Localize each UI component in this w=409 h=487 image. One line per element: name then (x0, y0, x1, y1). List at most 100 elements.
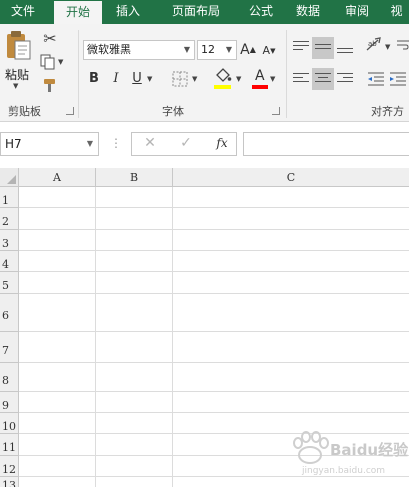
row-header[interactable]: 7 (0, 332, 19, 363)
align-middle-button[interactable] (312, 37, 334, 59)
formula-bar: H7 ▼ ⋮ ✕ ✓ fx (0, 122, 409, 168)
row-header[interactable]: 5 (0, 272, 19, 294)
chevron-down-icon: ▼ (183, 45, 190, 54)
borders-button[interactable]: ▼ (172, 71, 200, 89)
font-color-button[interactable]: A ▼ (252, 68, 278, 92)
orientation-button[interactable]: ab ▼ (365, 37, 393, 59)
chevron-down-icon: ▼ (225, 45, 232, 54)
borders-icon (172, 71, 188, 87)
font-name-select[interactable]: 微软雅黑 ▼ (83, 40, 195, 60)
wrap-text-button[interactable] (396, 37, 409, 59)
tab-data[interactable]: 数据 (286, 0, 330, 24)
row-header[interactable]: 13 (0, 477, 19, 487)
chevron-down-icon: ▼ (192, 75, 198, 83)
select-all-button[interactable] (0, 168, 19, 187)
group-divider (78, 30, 79, 118)
group-divider (286, 30, 287, 118)
column-gridline (95, 187, 96, 487)
paste-icon (7, 31, 31, 60)
chevron-down-icon: ▼ (58, 58, 64, 66)
increase-indent-icon (390, 72, 406, 86)
insert-function-icon[interactable]: fx (212, 136, 232, 150)
row-gridline (19, 250, 409, 251)
shrink-font-button[interactable]: A▼ (261, 40, 277, 62)
row-header[interactable]: 4 (0, 251, 19, 272)
formula-input[interactable] (243, 132, 409, 156)
decrease-indent-icon (368, 72, 384, 86)
grow-font-icon: ▲ (249, 45, 256, 54)
font-size-select[interactable]: 12 ▼ (197, 40, 237, 60)
fill-color-swatch (214, 85, 231, 89)
column-header-c[interactable]: C (173, 168, 409, 187)
baidu-jingyan-watermark: Baidu经验 jingyan.baidu.com (288, 431, 409, 481)
fill-color-button[interactable]: ▼ (214, 68, 244, 92)
chevron-down-icon: ▼ (236, 75, 242, 83)
align-center-button[interactable] (312, 68, 334, 90)
tab-formulas[interactable]: 公式 (236, 0, 286, 24)
font-launcher-icon[interactable] (272, 107, 280, 115)
tab-view[interactable]: 视 (384, 0, 409, 24)
row-gridline (19, 331, 409, 332)
name-box[interactable]: H7 ▼ (0, 132, 99, 156)
shrink-font-label: A (262, 44, 271, 57)
tab-insert[interactable]: 插入 (104, 0, 152, 24)
align-bottom-button[interactable] (335, 37, 355, 59)
italic-button[interactable]: I (106, 68, 126, 90)
row-header[interactable]: 1 (0, 187, 19, 208)
row-gridline (19, 207, 409, 208)
row-gridline (19, 391, 409, 392)
chevron-down-icon[interactable]: ▼ (147, 75, 152, 83)
row-header[interactable]: 2 (0, 208, 19, 230)
format-painter-button[interactable] (42, 78, 58, 96)
row-gridline (19, 362, 409, 363)
copy-button[interactable]: ▼ (40, 54, 66, 72)
font-size-value: 12 (201, 43, 215, 56)
font-color-letter: A (255, 68, 265, 84)
clipboard-launcher-icon[interactable] (66, 107, 74, 115)
watermark-text: Baidu经验 (330, 441, 409, 459)
row-header[interactable]: 11 (0, 434, 19, 456)
increase-indent-button[interactable] (388, 68, 409, 90)
formula-bar-grip-icon: ⋮ (110, 136, 122, 150)
font-color-swatch (252, 85, 268, 89)
wrap-text-icon (397, 40, 409, 50)
row-gridline (19, 412, 409, 413)
align-top-button[interactable] (291, 37, 311, 59)
text-orientation-icon: ab (366, 37, 381, 51)
svg-text:ab: ab (368, 40, 377, 48)
tab-file[interactable]: 文件 (0, 0, 46, 24)
row-header[interactable]: 10 (0, 413, 19, 434)
enter-icon[interactable]: ✓ (178, 135, 194, 151)
chevron-down-icon: ▼ (270, 75, 276, 83)
cancel-icon[interactable]: ✕ (142, 135, 158, 151)
watermark-url: jingyan.baidu.com (302, 466, 386, 476)
name-box-value: H7 (5, 137, 22, 151)
row-header[interactable]: 9 (0, 392, 19, 413)
chevron-down-icon: ▼ (13, 82, 19, 90)
chevron-down-icon: ▼ (86, 139, 93, 148)
cut-icon[interactable]: ✂ (40, 29, 60, 48)
paint-bucket-icon (216, 68, 232, 82)
row-gridline (19, 271, 409, 272)
grow-font-button[interactable]: A▲ (240, 39, 256, 61)
column-header-a[interactable]: A (19, 168, 96, 187)
row-header[interactable]: 6 (0, 294, 19, 332)
decrease-indent-button[interactable] (366, 68, 386, 90)
row-header[interactable]: 12 (0, 456, 19, 477)
row-header[interactable]: 8 (0, 363, 19, 392)
tab-review[interactable]: 审阅 (334, 0, 380, 24)
align-left-button[interactable] (291, 68, 311, 90)
alignment-group-label: 对齐方 (371, 105, 404, 118)
column-header-b[interactable]: B (96, 168, 173, 187)
align-right-button[interactable] (335, 68, 355, 90)
tab-page-layout[interactable]: 页面布局 (158, 0, 234, 24)
underline-button[interactable]: U (128, 68, 146, 90)
grow-font-label: A (240, 42, 250, 58)
paste-label: 粘贴 (5, 68, 30, 82)
row-header[interactable]: 3 (0, 230, 19, 251)
bold-button[interactable]: B (84, 68, 104, 90)
paste-button[interactable]: 粘贴 ▼ (3, 30, 33, 90)
tab-home[interactable]: 开始 (54, 1, 102, 24)
copy-icon (40, 54, 55, 70)
ribbon-tab-bar: 文件 开始 插入 页面布局 公式 数据 审阅 视 (0, 0, 409, 24)
